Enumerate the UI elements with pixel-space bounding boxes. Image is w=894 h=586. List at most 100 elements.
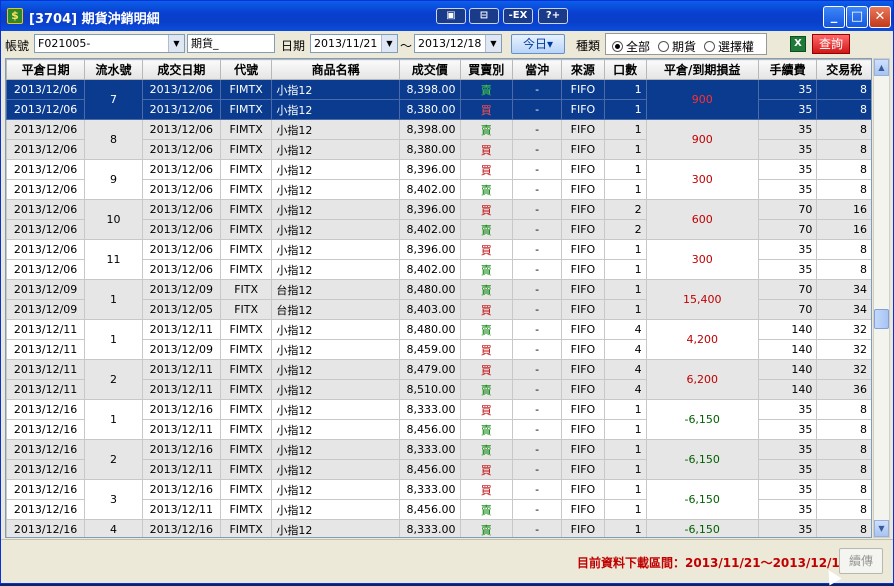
column-header[interactable]: 平倉/到期損益 (645, 59, 759, 80)
source-cell: FIFO (561, 99, 605, 120)
column-header[interactable]: 成交價 (398, 59, 461, 80)
close-button[interactable]: ✕ (869, 6, 891, 28)
date-from-picker[interactable]: 2013/11/21 ▼ (310, 34, 398, 53)
account-select[interactable]: F021005- ▼ (34, 34, 185, 53)
table-row[interactable]: 2013/12/06 10 2013/12/06 FIMTX 小指12 8,396.00 買… (6, 199, 871, 240)
help-tool-icon[interactable]: ?+ (538, 8, 568, 24)
tax-cell: 32 (816, 359, 871, 380)
date-to-picker[interactable]: 2013/12/18 ▼ (414, 34, 502, 53)
date-separator: ～ (400, 39, 413, 53)
source-cell: FIFO (561, 199, 605, 220)
column-header[interactable]: 交易稅 (816, 59, 871, 80)
maximize-button[interactable]: □ (846, 6, 868, 28)
side-cell: 賣 (459, 319, 513, 340)
price-cell: 8,480.00 (398, 279, 461, 300)
chevron-down-icon[interactable]: ▼ (168, 35, 184, 52)
table-row[interactable]: 2013/12/16 3 2013/12/16 FIMTX 小指12 8,333.00 買 -… (6, 479, 871, 520)
price-cell: 8,479.00 (398, 359, 461, 380)
close-date-cell: 2013/12/16 (6, 399, 86, 420)
date-from-value: 2013/11/21 (314, 37, 378, 50)
layout-tool-icon[interactable]: ▣ (436, 8, 466, 24)
table-row[interactable]: 2013/12/09 1 2013/12/09 FITX 台指12 8,480.00 賣 - F… (6, 279, 871, 320)
daytrade-cell: - (511, 319, 563, 340)
table-row[interactable]: 2013/12/16 2 2013/12/16 FIMTX 小指12 8,333.00 賣 -… (6, 439, 871, 480)
side-cell: 賣 (459, 519, 513, 537)
daytrade-cell: - (511, 119, 563, 140)
table-row[interactable]: 2013/12/11 2 2013/12/11 FIMTX 小指12 8,479.00 買 -… (6, 359, 871, 400)
close-date-cell: 2013/12/06 (6, 179, 86, 200)
column-header[interactable]: 口數 (603, 59, 647, 80)
vertical-scrollbar[interactable]: ▲ ▼ (873, 58, 890, 538)
table-row[interactable]: 2013/12/16 1 2013/12/16 FIMTX 小指12 8,333.00 買 -… (6, 399, 871, 440)
fee-cell: 35 (757, 79, 818, 100)
column-header[interactable]: 商品名稱 (271, 59, 400, 80)
table-row[interactable]: 2013/12/06 9 2013/12/06 FIMTX 小指12 8,396.00 買 -… (6, 159, 871, 200)
fee-cell: 35 (757, 479, 818, 500)
table-row[interactable]: 2013/12/16 4 2013/12/16 FIMTX 小指12 8,333.00 賣 -… (6, 519, 871, 537)
column-header[interactable]: 平倉日期 (6, 59, 86, 80)
minimize-button[interactable]: _ (823, 6, 845, 28)
close-date-cell: 2013/12/11 (6, 359, 86, 380)
window-tool-icon[interactable]: ⊟ (469, 8, 499, 24)
daytrade-cell: - (511, 419, 563, 440)
symbol-cell: FIMTX (219, 479, 273, 500)
query-button[interactable]: 查詢 (812, 34, 850, 54)
excel-export-icon[interactable]: X (790, 36, 806, 52)
close-date-cell: 2013/12/09 (6, 279, 86, 300)
side-cell: 賣 (459, 259, 513, 280)
symbol-cell: FIMTX (219, 119, 273, 140)
product-name-cell: 小指12 (271, 499, 400, 520)
tax-cell: 8 (816, 79, 871, 100)
trade-date-cell: 2013/12/05 (141, 299, 221, 320)
table-row[interactable]: 2013/12/06 8 2013/12/06 FIMTX 小指12 8,398.00 賣 -… (6, 119, 871, 160)
scroll-thumb[interactable] (874, 309, 889, 329)
product-name-cell: 小指12 (271, 139, 400, 160)
tax-cell: 34 (816, 279, 871, 300)
export-tool-icon[interactable]: -EX (503, 8, 533, 24)
table-row[interactable]: 2013/12/06 11 2013/12/06 FIMTX 小指12 8,396.00 買… (6, 239, 871, 280)
daytrade-cell: - (511, 199, 563, 220)
column-header[interactable]: 買賣別 (459, 59, 513, 80)
symbol-cell: FIMTX (219, 219, 273, 240)
today-button[interactable]: 今日▾ (511, 34, 565, 54)
type-radio-futures[interactable]: 期貨 (658, 38, 696, 55)
lots-cell: 1 (603, 419, 647, 440)
column-header[interactable]: 當沖 (511, 59, 563, 80)
pnl-cell: 300 (645, 239, 759, 280)
source-cell: FIFO (561, 479, 605, 500)
side-cell: 買 (459, 479, 513, 500)
type-radio-all[interactable]: 全部 (612, 38, 650, 55)
product-name-cell: 小指12 (271, 199, 400, 220)
fee-cell: 70 (757, 279, 818, 300)
symbol-cell: FIMTX (219, 359, 273, 380)
table-row[interactable]: 2013/12/11 1 2013/12/11 FIMTX 小指12 8,480.00 賣 -… (6, 319, 871, 360)
daytrade-cell: - (511, 339, 563, 360)
scroll-up-icon[interactable]: ▲ (874, 59, 889, 76)
type-radio-options[interactable]: 選擇權 (704, 38, 754, 55)
side-cell: 賣 (459, 79, 513, 100)
column-header[interactable]: 代號 (219, 59, 273, 80)
tax-cell: 8 (816, 439, 871, 460)
chevron-down-icon[interactable]: ▼ (485, 35, 501, 52)
serial-cell: 10 (84, 199, 143, 240)
close-date-cell: 2013/12/16 (6, 479, 86, 500)
column-header[interactable]: 來源 (561, 59, 605, 80)
column-header[interactable]: 流水號 (84, 59, 143, 80)
column-header[interactable]: 成交日期 (141, 59, 221, 80)
trade-date-cell: 2013/12/16 (141, 399, 221, 420)
product-type-field[interactable]: 期貨_ (187, 34, 275, 53)
continue-download-button[interactable]: 續傳 (839, 548, 883, 574)
table-row[interactable]: 2013/12/06 7 2013/12/06 FIMTX 小指12 8,398.00 賣 -… (6, 79, 871, 120)
daytrade-cell: - (511, 299, 563, 320)
fee-cell: 140 (757, 319, 818, 340)
lots-cell: 2 (603, 219, 647, 240)
column-header[interactable]: 手續費 (757, 59, 818, 80)
source-cell: FIFO (561, 399, 605, 420)
chevron-down-icon[interactable]: ▼ (381, 35, 397, 52)
filter-toolbar: 帳號 F021005- ▼ 期貨_ 日期 2013/11/21 ▼ ～ 2013… (1, 31, 893, 57)
daytrade-cell: - (511, 439, 563, 460)
scroll-down-icon[interactable]: ▼ (874, 520, 889, 537)
fee-cell: 35 (757, 519, 818, 537)
lots-cell: 1 (603, 399, 647, 420)
product-name-cell: 台指12 (271, 279, 400, 300)
